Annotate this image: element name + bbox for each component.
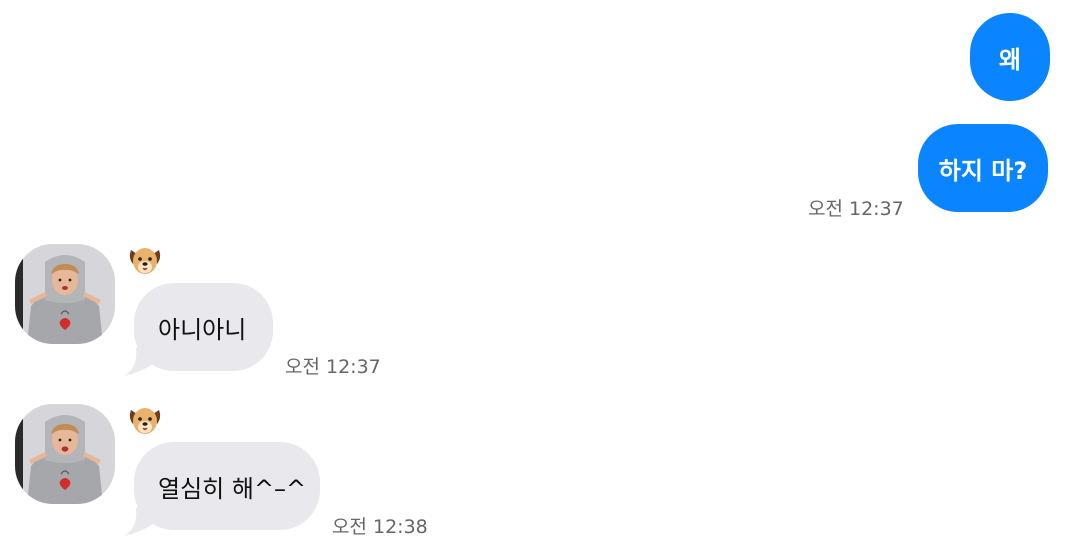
incoming-message-bubble[interactable]: 열심히 해^–^ <box>134 442 320 530</box>
message-timestamp: 오전 12:38 <box>332 516 428 538</box>
message-text: 아니아니 <box>158 315 247 344</box>
outgoing-message-bubble[interactable]: 하지 마? <box>918 124 1048 212</box>
message-timestamp: 오전 12:37 <box>285 356 381 378</box>
message-text: 열심히 해^–^ <box>158 474 307 503</box>
incoming-message-bubble[interactable]: 아니아니 <box>134 283 273 371</box>
avatar[interactable] <box>15 244 115 344</box>
outgoing-message-bubble[interactable]: 왜 <box>970 13 1050 101</box>
chat-thread: 왜 하지 마? 오전 12:37 아니아니 오전 12:37 열심히 해^–^ … <box>0 0 1080 545</box>
dog-face-icon <box>127 244 163 278</box>
message-text: 하지 마? <box>938 156 1028 185</box>
dog-face-icon <box>127 404 163 438</box>
message-text: 왜 <box>998 45 1022 74</box>
message-timestamp: 오전 12:37 <box>808 198 904 220</box>
avatar-photo <box>15 244 115 344</box>
avatar[interactable] <box>15 404 115 504</box>
avatar-photo <box>15 404 115 504</box>
